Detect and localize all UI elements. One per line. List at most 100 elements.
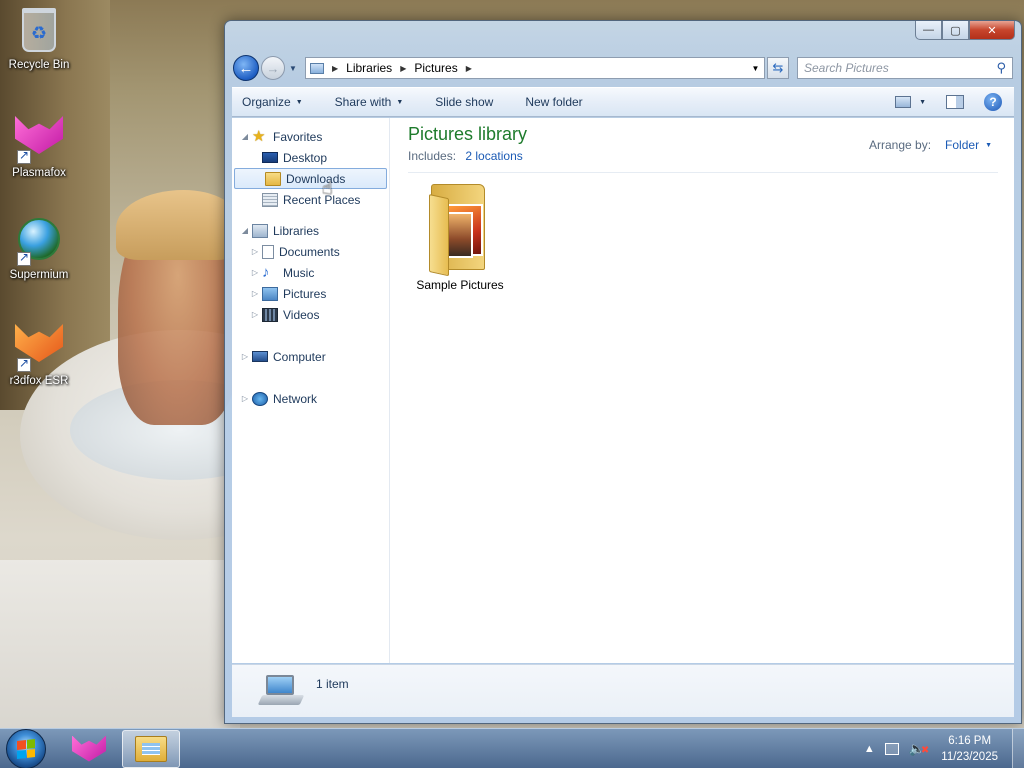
tree-item-desktop[interactable]: Desktop xyxy=(232,147,389,168)
network-status-icon[interactable] xyxy=(884,742,899,755)
plasmafox-icon xyxy=(72,735,106,762)
tree-item-music[interactable]: ▷ ♪ Music xyxy=(232,262,389,283)
tree-item-network[interactable]: ▷ Network xyxy=(232,388,389,409)
command-bar: Organize ▼ Share with ▼ Slide show New fol… xyxy=(232,87,1014,117)
collapsed-arrow-icon[interactable]: ▷ xyxy=(250,268,260,277)
downloads-folder-icon xyxy=(265,171,281,186)
desktop-icon-recycle-bin[interactable]: Recycle Bin xyxy=(1,8,77,71)
computer-laptop-icon xyxy=(257,675,305,709)
tree-item-pictures[interactable]: ▷ Pictures xyxy=(232,283,389,304)
collapsed-arrow-icon[interactable]: ▷ xyxy=(240,352,250,361)
folder-item-sample-pictures[interactable]: Sample Pictures xyxy=(412,180,508,292)
clock-date: 11/23/2025 xyxy=(941,750,998,763)
library-title: Pictures library xyxy=(408,124,528,144)
chevron-right-icon[interactable]: ▶ xyxy=(332,64,338,73)
desktop-icon-r3dfox[interactable]: r3dfox ESR xyxy=(1,320,77,387)
back-button[interactable]: ← xyxy=(233,55,259,81)
content-pane[interactable]: Pictures library Includes: 2 locations A… xyxy=(390,118,1014,663)
organize-label: Organize xyxy=(242,95,291,109)
change-view-icon[interactable] xyxy=(895,96,912,108)
breadcrumb-libraries[interactable]: Libraries xyxy=(346,61,392,75)
explorer-folder-icon xyxy=(135,735,167,762)
breadcrumb-pictures[interactable]: Pictures xyxy=(414,61,457,75)
volume-muted-icon[interactable]: 🔈✖ xyxy=(909,741,930,757)
tree-item-recent-places[interactable]: Recent Places xyxy=(232,189,389,210)
desktop-icon-label: r3dfox ESR xyxy=(9,375,69,387)
search-box[interactable]: Search Pictures ⚲ xyxy=(797,57,1013,79)
collapsed-arrow-icon[interactable]: ▷ xyxy=(250,247,260,256)
address-bar[interactable]: ▶ Libraries ▶ Pictures ▶ ▼ xyxy=(305,57,765,79)
search-input[interactable]: Search Pictures xyxy=(804,61,889,75)
library-locations-link[interactable]: 2 locations xyxy=(465,149,522,163)
tree-item-libraries[interactable]: ◢ Libraries xyxy=(232,220,389,241)
tree-item-label: Libraries xyxy=(273,223,320,238)
expanded-arrow-icon[interactable]: ◢ xyxy=(240,132,250,141)
maximize-button[interactable]: ▢ xyxy=(942,21,969,40)
minimize-button[interactable]: — xyxy=(915,21,942,40)
chevron-down-icon: ▼ xyxy=(295,98,303,106)
includes-label: Includes: xyxy=(408,149,457,163)
chevron-down-icon[interactable]: ▼ xyxy=(985,142,992,149)
collapsed-arrow-icon[interactable]: ▷ xyxy=(250,310,260,319)
desktop-icon xyxy=(262,152,278,163)
pictures-icon xyxy=(262,286,278,301)
tree-item-downloads[interactable]: Downloads xyxy=(234,168,387,189)
organize-menu-button[interactable]: Organize ▼ xyxy=(242,95,303,109)
music-note-icon: ♪ xyxy=(262,263,270,281)
share-with-menu-button[interactable]: Share with ▼ xyxy=(335,95,404,109)
windows-logo-icon xyxy=(17,738,35,759)
clock[interactable]: 6:16 PM 11/23/2025 xyxy=(941,733,998,765)
forward-button[interactable]: → xyxy=(261,56,285,80)
chevron-right-icon[interactable]: ▶ xyxy=(400,64,406,73)
library-icon xyxy=(310,62,324,74)
tree-item-documents[interactable]: ▷ Documents xyxy=(232,241,389,262)
computer-icon xyxy=(252,351,268,362)
desktop-icon-label: Recycle Bin xyxy=(8,59,70,71)
caption-buttons: — ▢ ✕ xyxy=(915,21,1015,40)
explorer-window[interactable]: — ▢ ✕ ← → ▼ ▶ Libraries ▶ Pictures ▶ ▼ ⇆… xyxy=(224,20,1022,724)
navigation-pane: ◢ ★ Favorites Desktop Downloads Recent P… xyxy=(232,118,390,663)
tree-item-favorites[interactable]: ◢ ★ Favorites xyxy=(232,126,389,147)
new-folder-button[interactable]: New folder xyxy=(525,95,582,109)
preview-pane-icon[interactable] xyxy=(946,95,964,109)
navigation-bar: ← → ▼ ▶ Libraries ▶ Pictures ▶ ▼ ⇆ Searc… xyxy=(233,53,1013,83)
slide-show-button[interactable]: Slide show xyxy=(435,95,493,109)
video-film-icon xyxy=(262,307,278,322)
view-options-dropdown[interactable]: ▼ xyxy=(919,99,926,106)
tree-item-videos[interactable]: ▷ Videos xyxy=(232,304,389,325)
details-pane: 1 item xyxy=(232,664,1014,717)
search-icon[interactable]: ⚲ xyxy=(996,60,1006,76)
libraries-icon xyxy=(252,223,268,238)
close-button[interactable]: ✕ xyxy=(969,21,1015,40)
library-includes: Includes: 2 locations xyxy=(408,149,523,163)
recycle-bin-icon xyxy=(22,8,56,52)
desktop-icon-supermium[interactable]: Supermium xyxy=(1,216,77,281)
collapsed-arrow-icon[interactable]: ▷ xyxy=(240,394,250,403)
folder-item-label: Sample Pictures xyxy=(416,278,504,292)
tree-item-label: Computer xyxy=(273,349,326,364)
explorer-body: ◢ ★ Favorites Desktop Downloads Recent P… xyxy=(232,118,1014,663)
desktop-icon-plasmafox[interactable]: Plasmafox xyxy=(1,112,77,179)
show-desktop-button[interactable] xyxy=(1012,729,1024,768)
address-history-dropdown[interactable]: ▼ xyxy=(746,58,764,78)
desktop-icon-label: Supermium xyxy=(9,269,69,281)
chevron-down-icon: ▼ xyxy=(396,98,404,106)
taskbar-plasmafox-button[interactable] xyxy=(60,730,118,768)
tree-item-computer[interactable]: ▷ Computer xyxy=(232,346,389,367)
tree-item-label: Music xyxy=(283,265,315,280)
arrange-by-dropdown[interactable]: Folder xyxy=(945,138,979,152)
arrange-by-label: Arrange by: xyxy=(869,138,932,152)
start-button[interactable] xyxy=(6,728,46,768)
collapsed-arrow-icon[interactable]: ▷ xyxy=(250,289,260,298)
show-hidden-icons-icon[interactable]: ▲ xyxy=(864,743,875,755)
desktop-icon-label: Plasmafox xyxy=(12,167,66,179)
recent-pages-dropdown[interactable]: ▼ xyxy=(287,64,299,73)
wallpaper-floor xyxy=(0,560,240,730)
hand-cursor-icon: ☝ xyxy=(322,178,333,198)
tree-item-label: Desktop xyxy=(283,150,328,165)
taskbar-explorer-button[interactable] xyxy=(122,729,180,768)
expanded-arrow-icon[interactable]: ◢ xyxy=(240,226,250,235)
refresh-button[interactable]: ⇆ xyxy=(767,57,789,79)
chevron-right-icon[interactable]: ▶ xyxy=(466,64,472,73)
help-icon[interactable]: ? xyxy=(984,93,1002,111)
